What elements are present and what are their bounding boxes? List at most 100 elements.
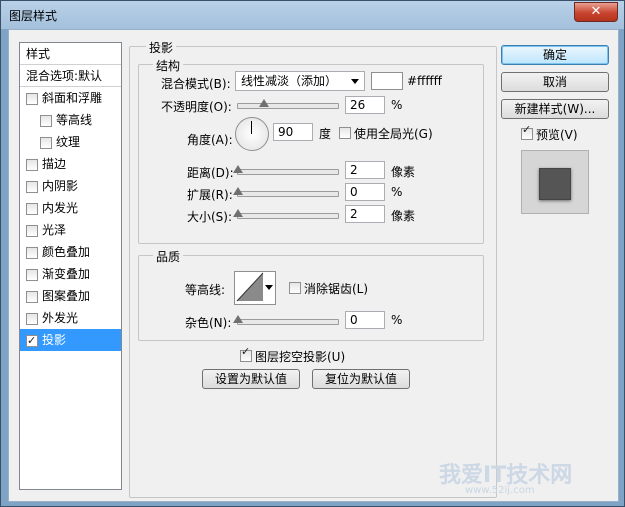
distance-input[interactable]: 2 (345, 161, 385, 179)
list-item[interactable]: 描边 (20, 153, 121, 175)
list-item[interactable]: 外发光 (20, 307, 121, 329)
distance-unit: 像素 (391, 165, 416, 179)
contour-picker[interactable] (234, 271, 276, 305)
contour-curve-icon (236, 272, 264, 302)
structure-title: 结构 (153, 57, 184, 74)
antialias-label[interactable]: 消除锯齿(L) (304, 280, 368, 297)
list-item[interactable]: 斜面和浮雕 (20, 87, 121, 109)
noise-unit: % (391, 313, 403, 327)
opacity-input[interactable]: 26 (345, 96, 385, 114)
list-item-label: 描边 (42, 157, 67, 171)
spread-slider-thumb[interactable] (233, 187, 243, 197)
antialias-checkbox[interactable] (289, 282, 301, 294)
list-item-label: 外发光 (42, 311, 79, 325)
distance-slider[interactable] (233, 165, 339, 175)
knockout-checkbox[interactable] (240, 345, 252, 362)
list-item-checkbox[interactable] (26, 93, 38, 105)
list-item-label: 渐变叠加 (42, 267, 91, 281)
list-item[interactable]: 投影 (20, 329, 121, 352)
styles-list: 样式混合选项:默认斜面和浮雕等高线纹理描边内阴影内发光光泽颜色叠加渐变叠加图案叠… (19, 42, 122, 490)
list-item[interactable]: 内发光 (20, 197, 121, 219)
noise-slider-thumb[interactable] (233, 315, 243, 325)
contour-label: 等高线: (185, 283, 226, 297)
spread-slider[interactable] (233, 187, 339, 197)
preview-label[interactable]: 预览(V) (536, 126, 578, 143)
size-slider-thumb[interactable] (233, 209, 243, 219)
list-item-label: 内阴影 (42, 179, 79, 193)
list-item[interactable]: 渐变叠加 (20, 263, 121, 285)
list-item-checkbox[interactable] (26, 269, 38, 281)
dialog-body: 样式混合选项:默认斜面和浮雕等高线纹理描边内阴影内发光光泽颜色叠加渐变叠加图案叠… (8, 29, 619, 502)
watermark-url: www.52ij.com (465, 485, 535, 496)
list-item[interactable]: 样式 (20, 43, 121, 65)
list-item[interactable]: 颜色叠加 (20, 241, 121, 263)
list-item-label: 颜色叠加 (42, 245, 91, 259)
preview-square (539, 168, 571, 200)
blend-mode-label: 混合模式(B): (161, 77, 231, 91)
structure-group: 结构 混合模式(B): 线性减淡（添加） #ffffff 不透明度(O): 26… (138, 57, 484, 244)
opacity-label: 不透明度(O): (161, 100, 232, 114)
title-bar[interactable]: 图层样式 ✕ (1, 1, 624, 29)
ok-button[interactable]: 确定 (501, 45, 609, 65)
style-preview-swatch (521, 150, 589, 214)
shadow-color-swatch[interactable] (371, 72, 403, 90)
size-slider[interactable] (233, 209, 339, 219)
list-item[interactable]: 混合选项:默认 (20, 65, 121, 87)
list-item-label: 斜面和浮雕 (42, 91, 103, 105)
list-item-checkbox[interactable] (40, 115, 52, 127)
drop-shadow-title: 投影 (146, 39, 177, 56)
size-unit: 像素 (391, 209, 416, 223)
distance-label: 距离(D): (187, 166, 234, 180)
angle-input[interactable]: 90 (273, 123, 313, 141)
distance-slider-thumb[interactable] (233, 165, 243, 175)
global-light-checkbox[interactable] (339, 127, 351, 139)
drop-shadow-group: 投影 结构 混合模式(B): 线性减淡（添加） #ffffff 不透明度(O):… (129, 39, 497, 498)
list-item-checkbox[interactable] (26, 330, 38, 352)
list-item-label: 样式 (26, 47, 51, 61)
preview-checkbox[interactable] (521, 123, 533, 140)
list-item-label: 投影 (42, 333, 67, 347)
new-style-button[interactable]: 新建样式(W)... (501, 99, 609, 119)
list-item-checkbox[interactable] (26, 159, 38, 171)
spread-label: 扩展(R): (187, 188, 233, 202)
angle-needle (251, 121, 252, 134)
cancel-button[interactable]: 取消 (501, 72, 609, 92)
list-item-checkbox[interactable] (26, 225, 38, 237)
list-item[interactable]: 纹理 (20, 131, 121, 153)
chevron-down-icon (265, 285, 273, 290)
list-item-label: 光泽 (42, 223, 67, 237)
opacity-slider-thumb[interactable] (259, 99, 269, 109)
quality-title: 品质 (153, 248, 184, 265)
make-default-button[interactable]: 设置为默认值 (202, 369, 300, 389)
list-item-checkbox[interactable] (26, 181, 38, 193)
knockout-label[interactable]: 图层挖空投影(U) (255, 348, 345, 365)
size-input[interactable]: 2 (345, 205, 385, 223)
opacity-unit: % (391, 98, 403, 112)
list-item-checkbox[interactable] (26, 291, 38, 303)
blend-mode-select[interactable]: 线性减淡（添加） (235, 71, 365, 91)
noise-slider[interactable] (233, 315, 339, 325)
list-item[interactable]: 光泽 (20, 219, 121, 241)
list-item[interactable]: 等高线 (20, 109, 121, 131)
list-item-checkbox[interactable] (26, 203, 38, 215)
list-item-label: 图案叠加 (42, 289, 91, 303)
chevron-down-icon (351, 79, 359, 84)
spread-input[interactable]: 0 (345, 183, 385, 201)
angle-dial[interactable] (235, 117, 269, 151)
spread-unit: % (391, 185, 403, 199)
list-item[interactable]: 图案叠加 (20, 285, 121, 307)
opacity-slider[interactable] (237, 99, 339, 109)
noise-input[interactable]: 0 (345, 311, 385, 329)
close-button[interactable]: ✕ (574, 2, 618, 22)
list-item-checkbox[interactable] (26, 313, 38, 325)
list-item-label: 内发光 (42, 201, 79, 215)
list-item-checkbox[interactable] (40, 137, 52, 149)
list-item-checkbox[interactable] (26, 247, 38, 259)
reset-default-button[interactable]: 复位为默认值 (312, 369, 410, 389)
noise-label: 杂色(N): (185, 316, 232, 330)
list-item-label: 等高线 (56, 113, 93, 127)
color-hex: #ffffff (407, 74, 442, 88)
global-light-label[interactable]: 使用全局光(G) (354, 125, 433, 142)
list-item-label: 纹理 (56, 135, 81, 149)
list-item[interactable]: 内阴影 (20, 175, 121, 197)
